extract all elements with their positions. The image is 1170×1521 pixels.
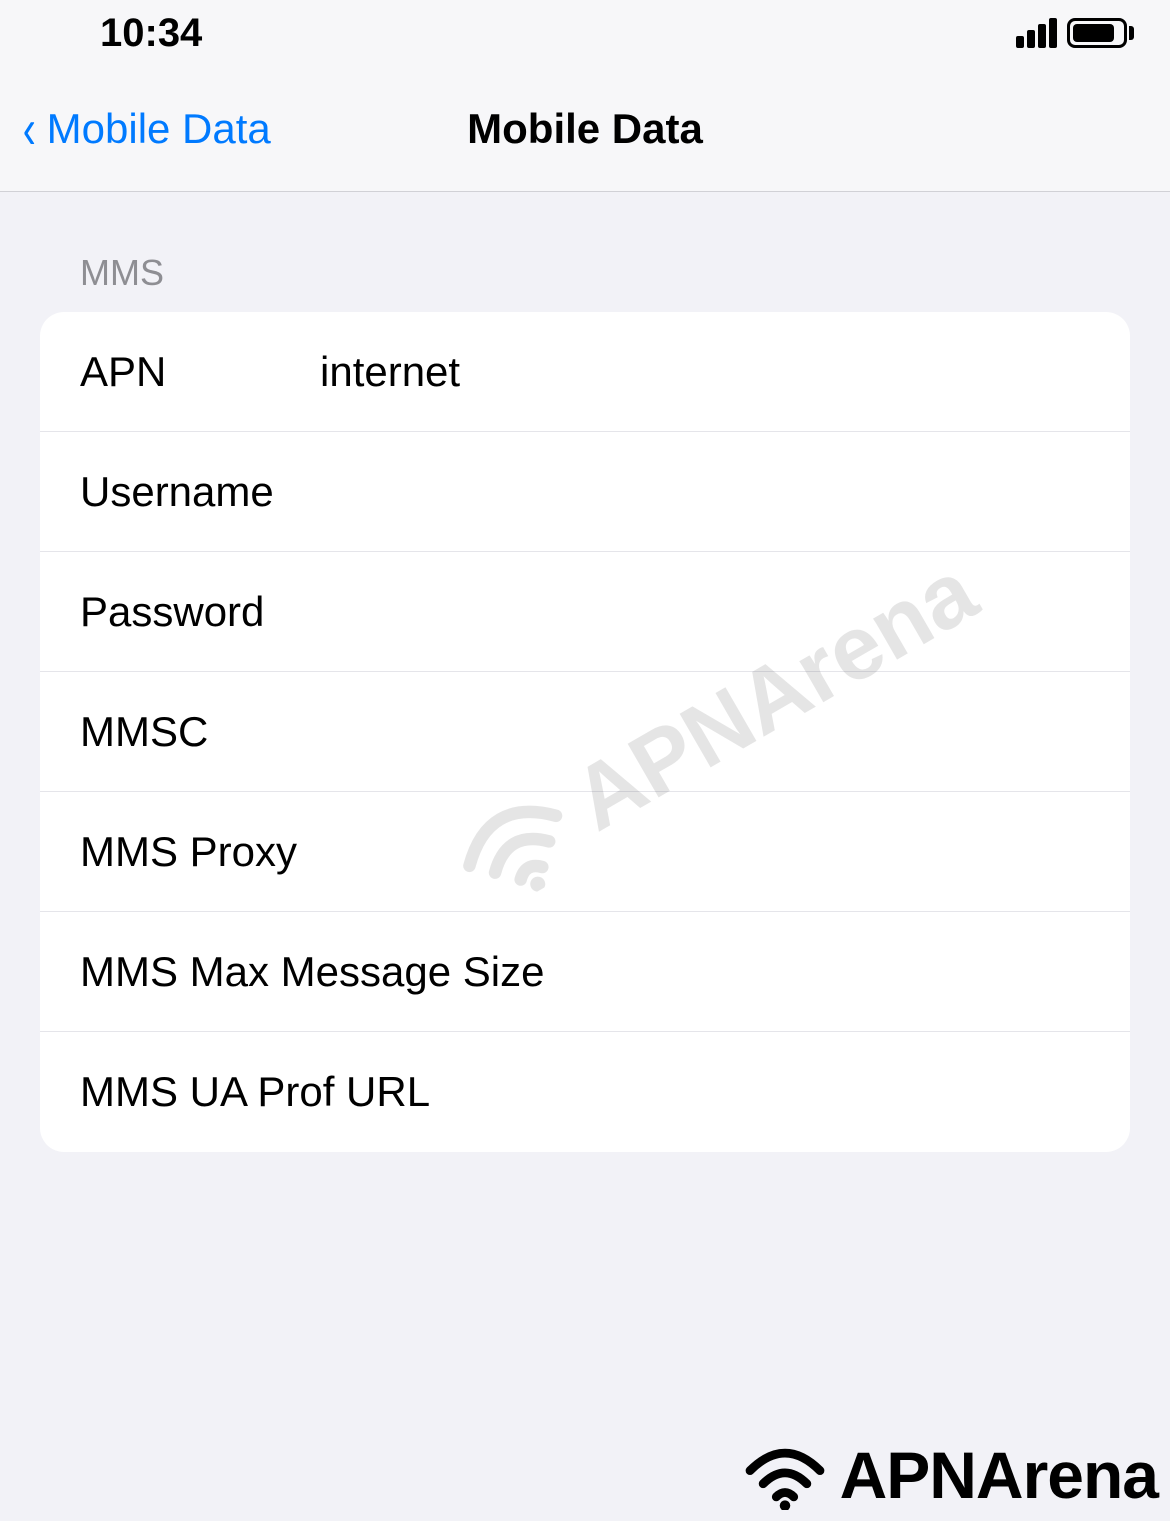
watermark-bottom: APNArena (740, 1437, 1158, 1513)
back-button[interactable]: ‹ Mobile Data (0, 101, 271, 157)
apn-row[interactable]: APN (40, 312, 1130, 432)
status-bar: 10:34 (0, 0, 1170, 66)
apn-label: APN (80, 348, 320, 396)
password-input[interactable] (320, 588, 1090, 636)
watermark-bottom-text: APNArena (840, 1437, 1158, 1513)
password-label: Password (80, 588, 320, 636)
cellular-signal-icon (1016, 18, 1057, 48)
page-title: Mobile Data (467, 105, 703, 153)
mms-max-size-input[interactable] (549, 948, 1090, 996)
content-area: MMS APN Username Password MMSC MMS Proxy… (0, 192, 1170, 1152)
mmsc-input[interactable] (320, 708, 1090, 756)
mms-proxy-row[interactable]: MMS Proxy (40, 792, 1130, 912)
mms-proxy-label: MMS Proxy (80, 828, 549, 876)
wifi-icon (740, 1440, 830, 1510)
mms-settings-group: APN Username Password MMSC MMS Proxy MMS… (40, 312, 1130, 1152)
password-row[interactable]: Password (40, 552, 1130, 672)
mms-ua-prof-row[interactable]: MMS UA Prof URL (40, 1032, 1130, 1152)
mms-ua-prof-input[interactable] (549, 1068, 1090, 1116)
mmsc-label: MMSC (80, 708, 320, 756)
apn-input[interactable] (320, 348, 1090, 396)
mms-ua-prof-label: MMS UA Prof URL (80, 1068, 549, 1116)
mmsc-row[interactable]: MMSC (40, 672, 1130, 792)
battery-icon (1067, 18, 1134, 48)
chevron-left-icon: ‹ (23, 101, 36, 157)
navigation-bar: ‹ Mobile Data Mobile Data (0, 66, 1170, 192)
username-label: Username (80, 468, 320, 516)
username-row[interactable]: Username (40, 432, 1130, 552)
back-label: Mobile Data (47, 105, 271, 153)
section-header-mms: MMS (0, 252, 1170, 312)
status-indicators (1016, 18, 1134, 48)
username-input[interactable] (320, 468, 1090, 516)
mms-max-size-label: MMS Max Message Size (80, 948, 549, 996)
status-time: 10:34 (100, 11, 202, 56)
mms-proxy-input[interactable] (549, 828, 1090, 876)
mms-max-size-row[interactable]: MMS Max Message Size (40, 912, 1130, 1032)
